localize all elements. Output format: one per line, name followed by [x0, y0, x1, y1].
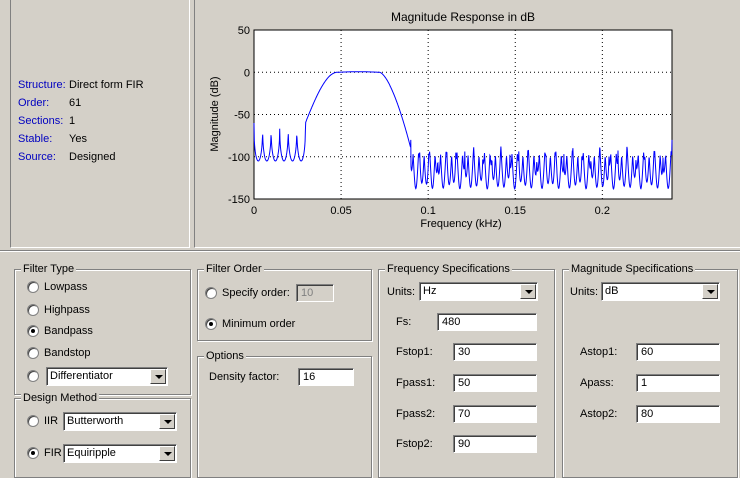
- y-tick-label: 0: [244, 67, 250, 79]
- other-type-select-value: Differentiator: [50, 370, 113, 382]
- magnitude-plot[interactable]: Magnitude Response in dB 500-50-100-150 …: [196, 0, 740, 248]
- fs-input[interactable]: 480: [437, 313, 537, 331]
- y-tick-label: -100: [228, 152, 250, 164]
- x-axis-label: Frequency (kHz): [420, 218, 501, 230]
- astop2-label: Astop2:: [580, 408, 618, 420]
- astop1-input[interactable]: 60: [636, 343, 720, 361]
- other-type-select[interactable]: Differentiator: [46, 367, 168, 386]
- info-order-label: Order:: [18, 97, 50, 109]
- x-tick-label: 0.15: [505, 205, 526, 217]
- info-stable-value: Yes: [69, 133, 87, 145]
- info-structure-value: Direct form FIR: [69, 79, 144, 91]
- chevron-down-icon[interactable]: [520, 284, 536, 299]
- x-tick-label: 0: [251, 205, 257, 217]
- astop1-label: Astop1:: [580, 346, 618, 358]
- x-tick-label: 0.1: [421, 205, 436, 217]
- info-stable-label: Stable:: [18, 133, 53, 145]
- specify-order-label[interactable]: Specify order:: [222, 287, 290, 300]
- frequency-specs-title: Frequency Specifications: [385, 262, 512, 276]
- info-sections-value: 1: [69, 115, 76, 127]
- minimum-order-radio[interactable]: [205, 318, 217, 330]
- density-factor-label: Density factor:: [209, 371, 280, 383]
- highpass-radio[interactable]: [27, 304, 39, 316]
- mag-units-select[interactable]: dB: [601, 282, 720, 301]
- info-order-value: 61: [69, 97, 82, 109]
- fpass2-input[interactable]: 70: [453, 405, 537, 423]
- y-ticks: 50 0 -50 -100 -150: [228, 25, 250, 206]
- chevron-down-icon[interactable]: [150, 369, 166, 384]
- y-axis-label: Magnitude (dB): [209, 76, 221, 151]
- fstop2-input[interactable]: 90: [453, 435, 537, 453]
- info-structure-label: Structure:: [18, 79, 66, 91]
- fstop1-label: Fstop1:: [396, 346, 433, 358]
- fpass1-label: Fpass1:: [396, 377, 436, 389]
- mag-units-label: Units:: [570, 286, 599, 298]
- iir-select[interactable]: Butterworth: [63, 412, 177, 431]
- freq-units-select[interactable]: Hz: [419, 282, 538, 301]
- iir-radio[interactable]: [27, 415, 39, 427]
- astop2-input[interactable]: 80: [636, 405, 720, 423]
- separator: [0, 250, 740, 252]
- plot-title: Magnitude Response in dB: [391, 10, 535, 24]
- bandstop-label[interactable]: Bandstop: [44, 347, 90, 360]
- specify-order-input[interactable]: 10: [296, 284, 334, 302]
- fstop1-input[interactable]: 30: [453, 343, 537, 361]
- freq-units-label: Units:: [387, 286, 416, 298]
- fir-select-value: Equiripple: [67, 447, 116, 459]
- iir-label[interactable]: IIR: [44, 415, 58, 428]
- fpass2-label: Fpass2:: [396, 408, 436, 420]
- lowpass-label[interactable]: Lowpass: [44, 281, 87, 294]
- specify-order-radio[interactable]: [205, 287, 217, 299]
- apass-label: Apass:: [580, 377, 614, 389]
- filter-type-title: Filter Type: [21, 262, 77, 276]
- freq-units-value: Hz: [423, 285, 437, 297]
- filter-order-title: Filter Order: [204, 262, 264, 276]
- minimum-order-label[interactable]: Minimum order: [222, 318, 295, 331]
- chevron-down-icon[interactable]: [702, 284, 718, 299]
- x-ticks: 0 0.05 0.1 0.15 0.2: [251, 205, 610, 217]
- info-source-value: Designed: [69, 151, 116, 163]
- design-method-title: Design Method: [21, 391, 99, 405]
- fir-label[interactable]: FIR: [44, 447, 62, 460]
- fir-radio[interactable]: [27, 447, 39, 459]
- y-tick-label: -50: [234, 110, 250, 122]
- info-source-label: Source:: [18, 151, 56, 163]
- y-tick-label: -150: [228, 194, 250, 206]
- chevron-down-icon[interactable]: [159, 446, 175, 461]
- apass-input[interactable]: 1: [636, 374, 720, 392]
- iir-select-value: Butterworth: [67, 415, 124, 427]
- x-tick-label: 0.05: [330, 205, 351, 217]
- options-title: Options: [204, 349, 246, 363]
- bandpass-label[interactable]: Bandpass: [44, 325, 93, 338]
- bandpass-radio[interactable]: [27, 325, 39, 337]
- density-factor-input[interactable]: 16: [298, 368, 354, 386]
- highpass-label[interactable]: Highpass: [44, 304, 90, 317]
- fpass1-input[interactable]: 50: [453, 374, 537, 392]
- other-type-radio[interactable]: [27, 370, 39, 382]
- bandstop-radio[interactable]: [27, 347, 39, 359]
- fir-select[interactable]: Equiripple: [63, 444, 177, 463]
- design-method-group: Design Method: [14, 391, 191, 478]
- x-tick-label: 0.2: [595, 205, 610, 217]
- mag-units-value: dB: [605, 285, 619, 297]
- fs-label: Fs:: [396, 316, 412, 328]
- chevron-down-icon[interactable]: [159, 414, 175, 429]
- lowpass-radio[interactable]: [27, 281, 39, 293]
- info-sections-label: Sections:: [18, 115, 64, 127]
- fstop2-label: Fstop2:: [396, 438, 433, 450]
- y-tick-label: 50: [238, 25, 250, 37]
- magnitude-specs-title: Magnitude Specifications: [569, 262, 696, 276]
